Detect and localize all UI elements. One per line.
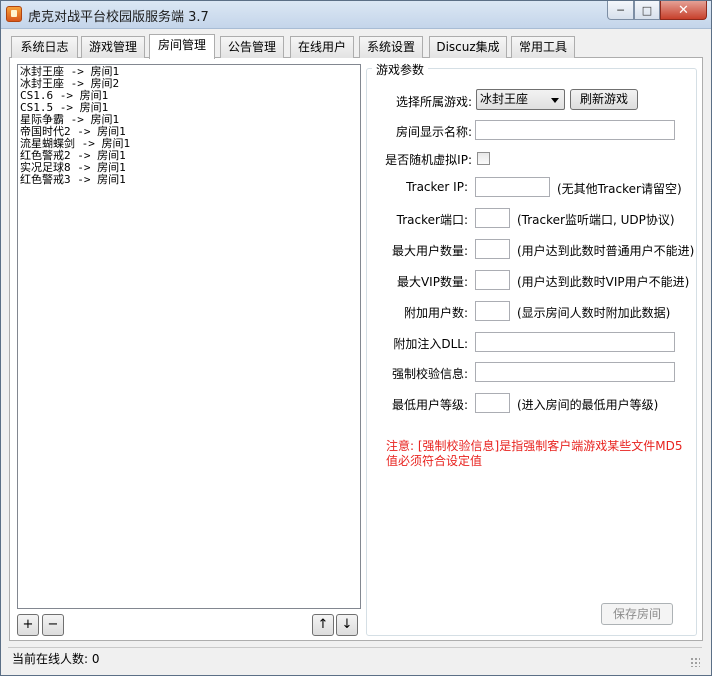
tab-room-manage[interactable]: 房间管理 xyxy=(149,34,215,59)
tab-strip: 系统日志 游戏管理 房间管理 公告管理 在线用户 系统设置 Discuz集成 常… xyxy=(9,34,703,59)
extra-users-input[interactable] xyxy=(475,301,510,321)
min-level-hint: (进入房间的最低用户等级) xyxy=(517,398,659,412)
max-vip-hint: (用户达到此数时VIP用户不能进) xyxy=(517,275,690,289)
tab-notice-manage[interactable]: 公告管理 xyxy=(220,36,284,58)
chevron-down-icon xyxy=(551,98,559,103)
tracker-port-label: Tracker端口: xyxy=(396,213,468,227)
room-manage-panel: 冰封王座 -> 房间1 冰封王座 -> 房间2 CS1.6 -> 房间1 CS1… xyxy=(9,58,703,641)
tracker-ip-hint: (无其他Tracker请留空) xyxy=(557,182,682,196)
tracker-port-hint: (Tracker监听端口, UDP协议) xyxy=(517,213,675,227)
virtual-ip-label: 是否随机虚拟IP: xyxy=(385,153,472,167)
extra-users-label: 附加用户数: xyxy=(403,306,468,320)
tab-game-manage[interactable]: 游戏管理 xyxy=(81,36,145,58)
tab-tools[interactable]: 常用工具 xyxy=(511,36,575,58)
tracker-ip-label: Tracker IP: xyxy=(406,180,468,194)
maximize-button[interactable]: □ xyxy=(634,1,660,20)
app-window: 虎克对战平台校园版服务端 3.7 ─ □ ✕ 系统日志 游戏管理 房间管理 公告… xyxy=(0,0,712,676)
title-bar[interactable]: 虎克对战平台校园版服务端 3.7 ─ □ ✕ xyxy=(1,1,711,29)
virtual-ip-checkbox[interactable] xyxy=(477,152,490,165)
game-select-value: 冰封王座 xyxy=(480,92,529,106)
room-name-input[interactable] xyxy=(475,120,675,140)
app-logo-icon xyxy=(6,6,22,22)
tracker-ip-input[interactable] xyxy=(475,177,550,197)
max-users-label: 最大用户数量: xyxy=(391,244,468,258)
tracker-port-input[interactable] xyxy=(475,208,510,228)
tab-online-users[interactable]: 在线用户 xyxy=(290,36,354,58)
save-room-button[interactable]: 保存房间 xyxy=(601,603,673,625)
minimize-button[interactable]: ─ xyxy=(607,1,634,20)
verify-note: 注意: [强制校验信息]是指强制客户端游戏某些文件MD5值必须符合设定值 xyxy=(386,439,683,468)
window-title: 虎克对战平台校园版服务端 3.7 xyxy=(28,10,209,25)
tab-system-settings[interactable]: 系统设置 xyxy=(359,36,423,58)
min-level-label: 最低用户等级: xyxy=(391,398,468,412)
online-count: 当前在线人数: 0 xyxy=(12,652,100,666)
tab-system-log[interactable]: 系统日志 xyxy=(11,36,78,58)
max-vip-label: 最大VIP数量: xyxy=(396,275,468,289)
max-users-hint: (用户达到此数时普通用户不能进) xyxy=(517,244,695,258)
dll-label: 附加注入DLL: xyxy=(393,337,468,351)
max-users-input[interactable] xyxy=(475,239,510,259)
list-item[interactable]: 红色警戒3 -> 房间1 xyxy=(20,174,358,186)
add-room-button[interactable]: + xyxy=(17,614,39,636)
move-down-button[interactable]: ↓ xyxy=(336,614,358,636)
close-button[interactable]: ✕ xyxy=(660,1,707,20)
verify-label: 强制校验信息: xyxy=(391,367,468,381)
move-up-button[interactable]: ↑ xyxy=(312,614,334,636)
game-label: 选择所属游戏: xyxy=(395,95,472,109)
room-list[interactable]: 冰封王座 -> 房间1 冰封王座 -> 房间2 CS1.6 -> 房间1 CS1… xyxy=(17,64,361,609)
game-select[interactable]: 冰封王座 xyxy=(476,89,565,110)
tab-discuz[interactable]: Discuz集成 xyxy=(429,36,507,58)
dll-input[interactable] xyxy=(475,332,675,352)
room-name-label: 房间显示名称: xyxy=(395,125,472,139)
remove-room-button[interactable]: − xyxy=(42,614,64,636)
status-bar: 当前在线人数: 0 xyxy=(8,647,702,669)
min-level-input[interactable] xyxy=(475,393,510,413)
resize-grip-icon[interactable] xyxy=(690,657,700,667)
extra-users-hint: (显示房间人数时附加此数据) xyxy=(517,306,671,320)
game-params-title: 游戏参数 xyxy=(372,61,429,78)
max-vip-input[interactable] xyxy=(475,270,510,290)
verify-input[interactable] xyxy=(475,362,675,382)
refresh-games-button[interactable]: 刷新游戏 xyxy=(570,89,638,110)
